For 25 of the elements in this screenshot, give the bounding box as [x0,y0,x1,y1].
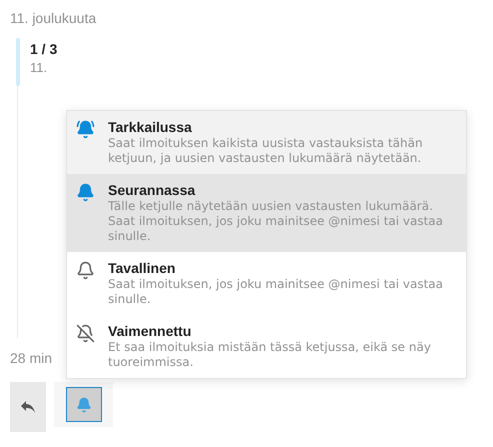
timeline-fill [16,38,20,86]
option-title: Tarkkailussa [108,119,193,135]
notification-button[interactable] [66,387,102,422]
menu-item[interactable]: Tavallinen Saat ilmoituksen, jos joku mainitsee @nimesi tai vastaa sinulle. [67,252,466,315]
bell-icon [76,261,95,280]
post-date: 11. [30,60,48,75]
bell-icon [76,183,95,202]
bell-off-icon [76,324,95,343]
option-title: Vaimennettu [108,323,192,339]
option-description: Et saa ilmoituksia mistään tässä ketjussa, eikä se näy tuoreimmissa. [108,340,432,370]
bell-alert-icon [76,120,95,139]
menu-item[interactable]: Vaimennettu Et saa ilmoituksia mistään tässä ketjussa, eikä se näy tuoreimmissa. [67,315,466,378]
option-title: Tavallinen [108,260,176,276]
reply-arrow-icon [20,400,36,414]
post-position: 1 / 3 [30,40,58,57]
option-description: Tälle ketjulle näytetään uusien vastausten lukumäärä. Saat ilmoituksen, jos joku mainitsee @nimesi tai vastaa sinulle. [108,199,444,244]
bell-icon [76,396,92,412]
time-ago: 28 min [10,350,52,366]
option-description: Saat ilmoituksen, jos joku mainitsee @nimesi tai vastaa sinulle. [108,277,444,307]
date-heading: 11. joulukuuta [10,10,98,26]
reply-button[interactable] [10,382,46,432]
menu-item[interactable]: Seurannassa Tälle ketjulle näytetään uusien vastausten lukumäärä. Saat ilmoituksen, jos joku mainitsee @nimesi tai vastaa sinulle. [67,174,466,252]
menu-item[interactable]: Tarkkailussa Saat ilmoituksen kaikista uusista vastauksista tähän ketjuun, ja uusien vastausten lukumäärä näytetään. [67,111,466,174]
option-description: Saat ilmoituksen kaikista uusista vastauksista tähän ketjuun, ja uusien vastausten lukumäärä näytetään. [108,136,424,166]
option-title: Seurannassa [108,182,196,198]
